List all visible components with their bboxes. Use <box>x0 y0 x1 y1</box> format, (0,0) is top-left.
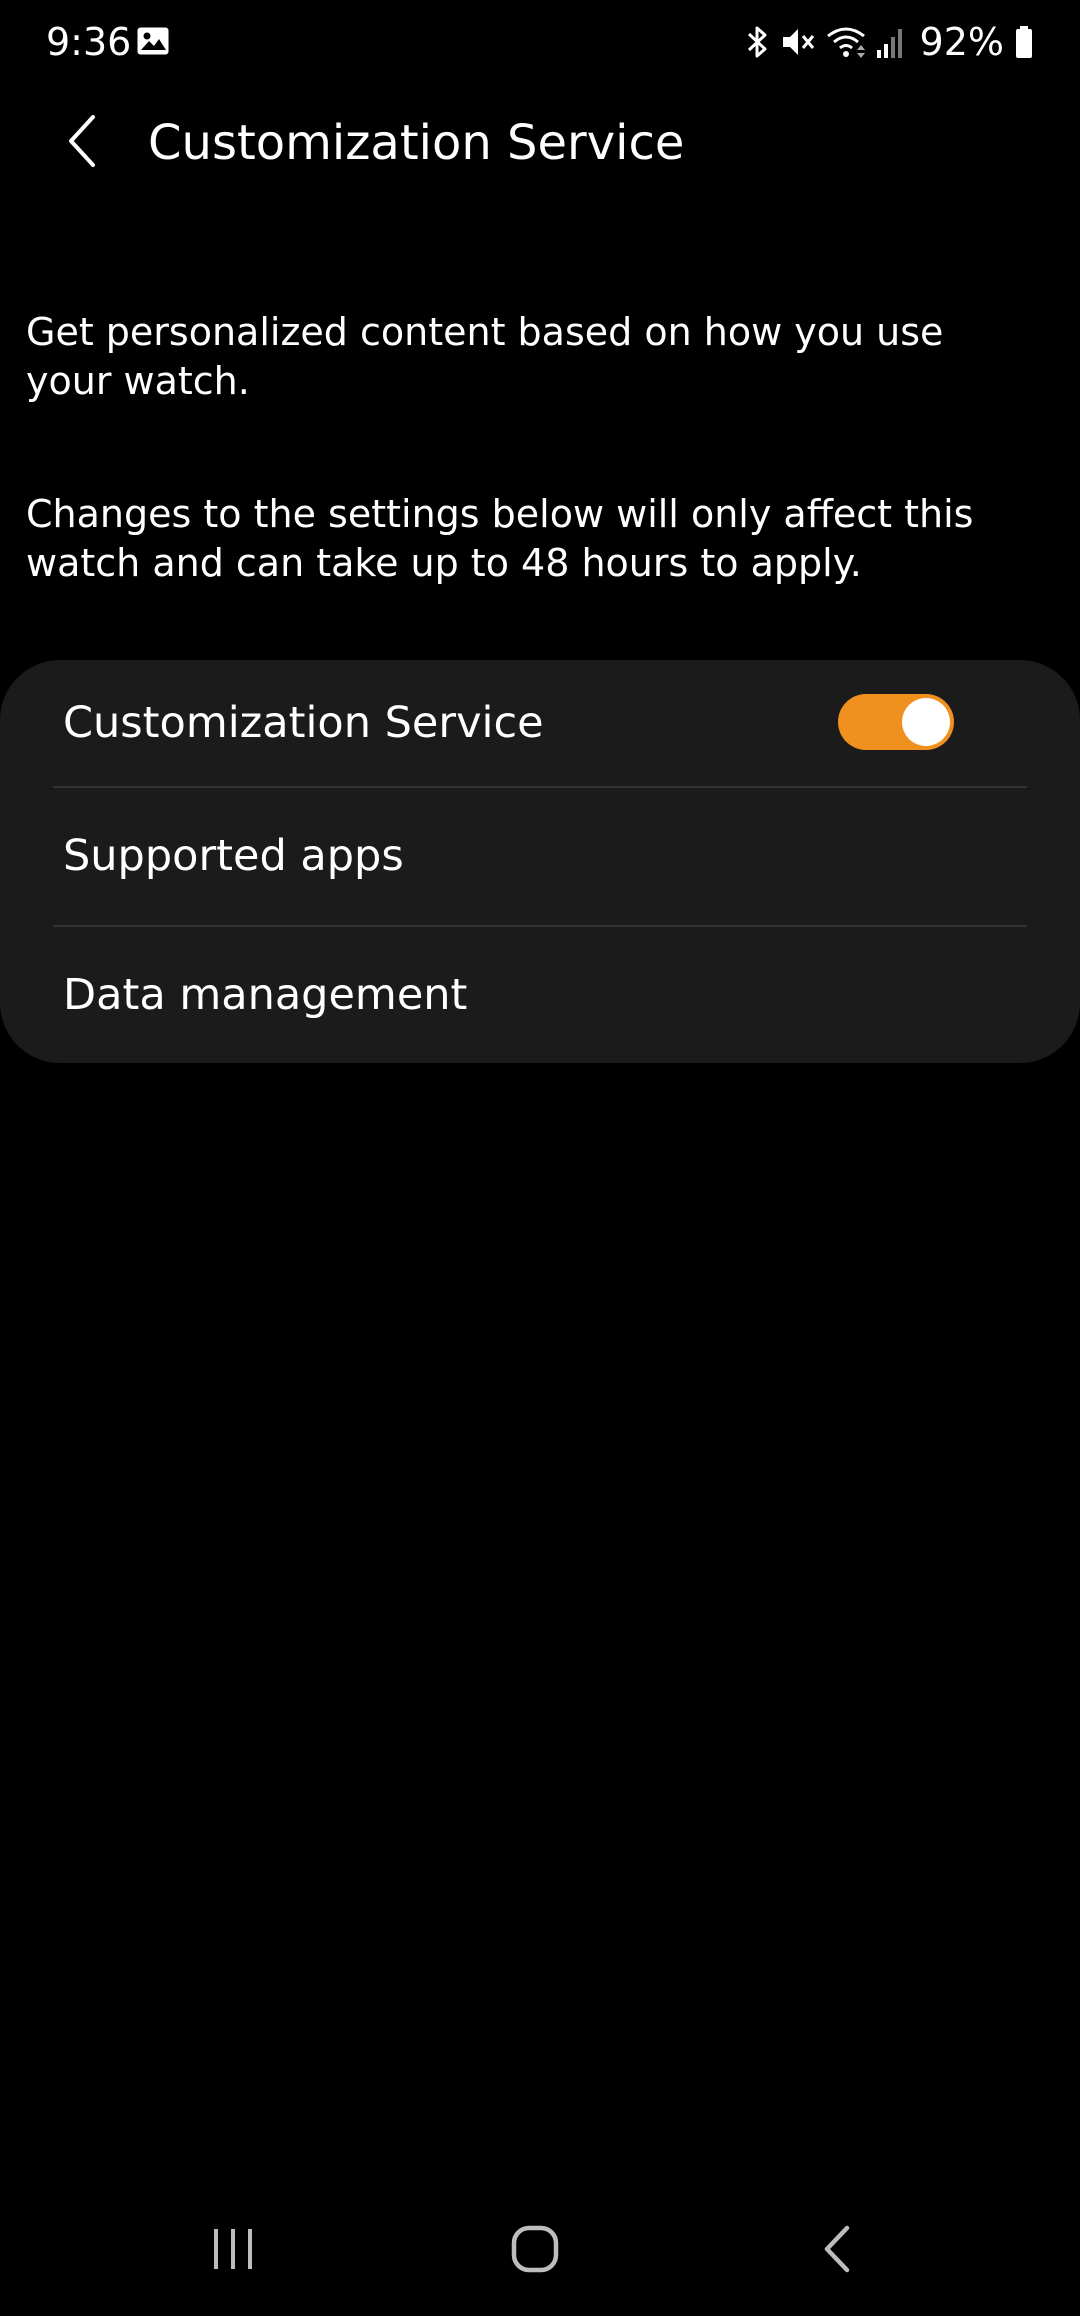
gallery-icon <box>136 26 170 56</box>
wifi-icon <box>826 24 866 60</box>
setting-customization-service[interactable]: Customization Service <box>0 660 1080 786</box>
setting-label-supported-apps: Supported apps <box>63 831 404 881</box>
chevron-left-icon <box>63 113 103 173</box>
battery-percent: 92% <box>919 20 1004 64</box>
nav-back-button[interactable] <box>787 2206 887 2296</box>
recents-icon <box>210 2226 256 2276</box>
bluetooth-icon <box>746 24 770 60</box>
status-time: 9:36 <box>46 20 132 64</box>
home-button[interactable] <box>485 2206 585 2296</box>
battery-icon <box>1014 24 1034 60</box>
home-icon <box>510 2224 560 2278</box>
page-title: Customization Service <box>148 115 685 171</box>
customization-service-toggle[interactable] <box>838 694 954 750</box>
setting-label-data-management: Data management <box>63 969 468 1020</box>
settings-card: Customization Service Supported apps Dat… <box>0 660 1080 1063</box>
status-bar: 9:36 92% <box>0 0 1080 84</box>
app-bar: Customization Service <box>0 100 1080 186</box>
back-button[interactable] <box>44 104 122 182</box>
setting-label-customization-service: Customization Service <box>63 698 544 748</box>
toggle-knob <box>902 698 950 746</box>
status-icons: 92% <box>746 16 1034 68</box>
description-personalized: Get personalized content based on how yo… <box>26 310 944 403</box>
navigation-bar <box>0 2186 1080 2316</box>
back-icon <box>819 2224 855 2278</box>
signal-icon <box>876 24 906 60</box>
mute-icon <box>780 24 816 60</box>
setting-data-management[interactable]: Data management <box>0 926 1080 1063</box>
description-changes-note: Changes to the settings below will only … <box>26 492 974 585</box>
recents-button[interactable] <box>183 2206 283 2296</box>
setting-supported-apps[interactable]: Supported apps <box>0 787 1080 925</box>
